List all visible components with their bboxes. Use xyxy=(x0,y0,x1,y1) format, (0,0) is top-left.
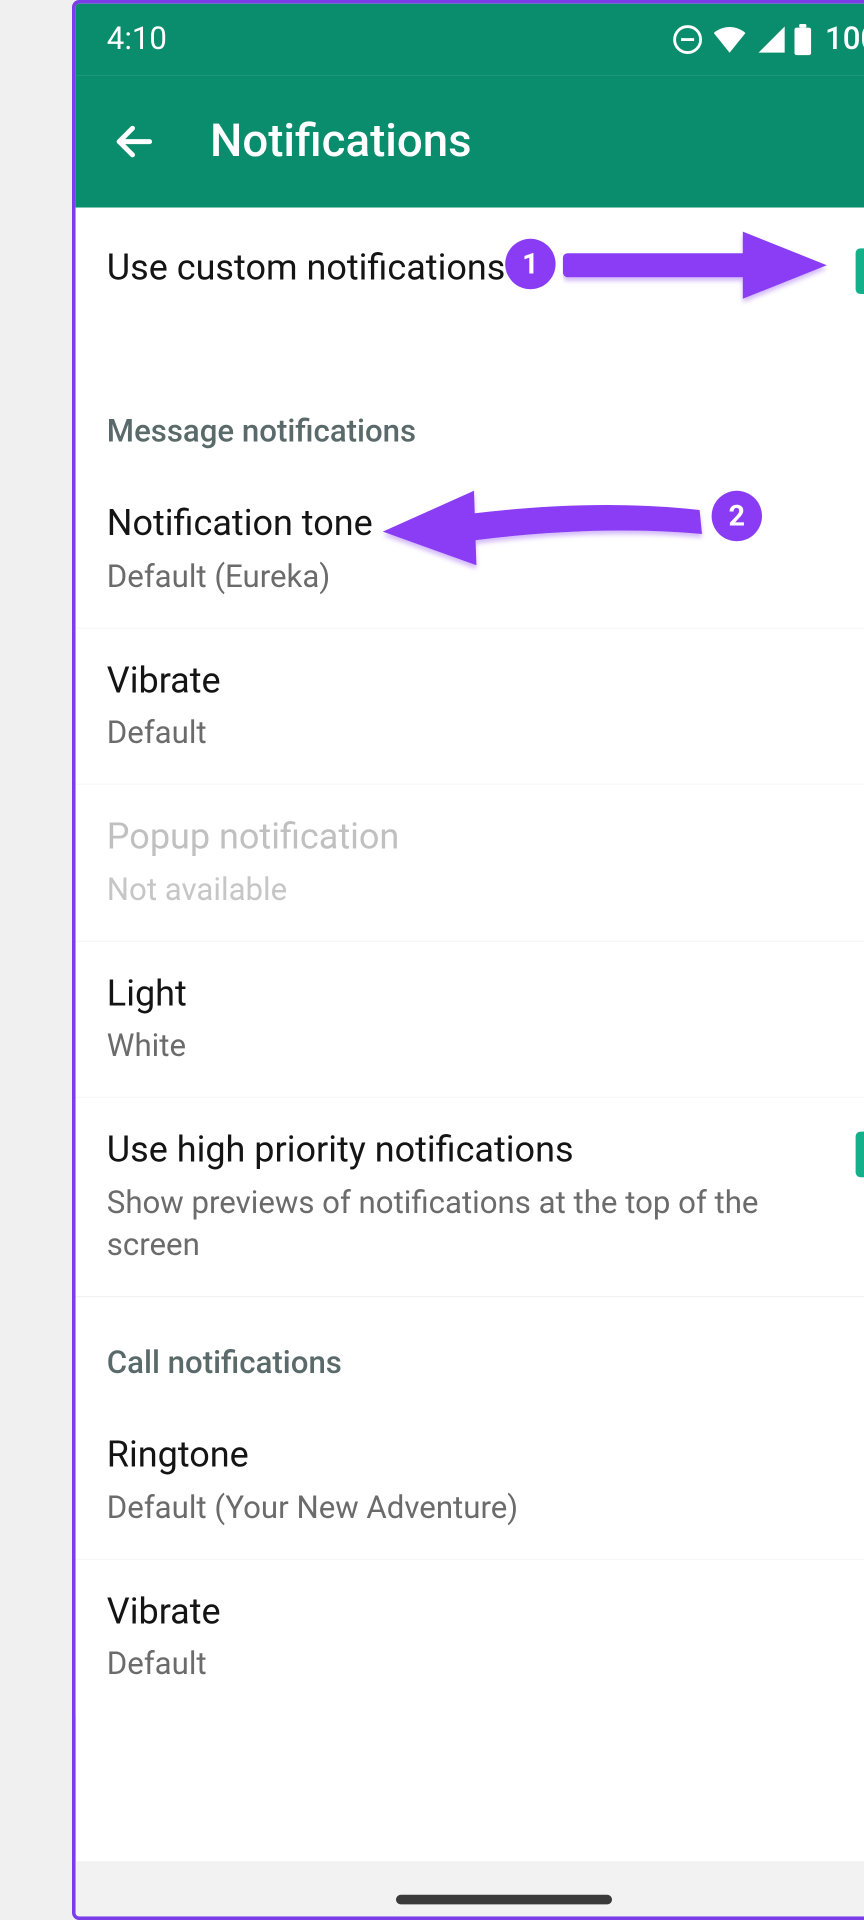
row-notification-tone[interactable]: Notification tone Default (Eureka) xyxy=(76,472,864,629)
battery-icon xyxy=(794,24,811,55)
signal-icon xyxy=(755,26,784,52)
nav-bar-area xyxy=(76,1861,864,1916)
row-subtitle: Default xyxy=(107,1644,864,1686)
arrow-left-icon xyxy=(112,119,158,165)
device-frame: 4:10 100% Notifications xyxy=(72,0,864,1920)
row-call-vibrate[interactable]: Vibrate Default xyxy=(76,1560,864,1716)
row-title: Popup notification xyxy=(107,814,864,863)
wifi-icon xyxy=(712,26,746,52)
back-button[interactable] xyxy=(104,112,164,172)
battery-percent: 100% xyxy=(825,22,864,58)
row-subtitle: White xyxy=(107,1026,864,1068)
row-title: Light xyxy=(107,971,864,1020)
row-high-priority[interactable]: Use high priority notifications Show pre… xyxy=(76,1098,864,1297)
row-subtitle: Default (Your New Adventure) xyxy=(107,1487,864,1529)
row-subtitle: Not available xyxy=(107,870,864,912)
row-subtitle: Default (Eureka) xyxy=(107,556,864,598)
section-call-notifications: Call notifications xyxy=(76,1297,864,1403)
row-vibrate[interactable]: Vibrate Default xyxy=(76,628,864,785)
overflow-menu-button[interactable] xyxy=(848,112,864,172)
row-title: Ringtone xyxy=(107,1432,864,1481)
dnd-icon xyxy=(671,24,702,55)
status-bar: 4:10 100% xyxy=(76,4,864,76)
row-title: Use custom notifications xyxy=(107,245,832,294)
page-title: Notifications xyxy=(210,115,848,168)
status-time: 4:10 xyxy=(107,22,167,58)
row-ringtone[interactable]: Ringtone Default (Your New Adventure) xyxy=(76,1403,864,1560)
row-title: Notification tone xyxy=(107,500,864,549)
row-subtitle: Default xyxy=(107,713,864,755)
row-popup-notification: Popup notification Not available xyxy=(76,785,864,942)
section-message-notifications: Message notifications xyxy=(76,366,864,472)
row-light[interactable]: Light White xyxy=(76,942,864,1099)
gesture-nav-handle[interactable] xyxy=(396,1895,612,1905)
use-custom-notifications-checkbox[interactable] xyxy=(856,248,864,294)
row-title: Vibrate xyxy=(107,657,864,706)
app-bar: Notifications xyxy=(76,76,864,208)
row-subtitle: Show previews of notifications at the to… xyxy=(107,1183,832,1267)
status-right: 100% xyxy=(671,22,864,58)
row-title: Use high priority notifications xyxy=(107,1127,832,1176)
settings-list: Use custom notifications Message notific… xyxy=(76,208,864,1716)
row-title: Vibrate xyxy=(107,1588,864,1637)
high-priority-checkbox[interactable] xyxy=(856,1132,864,1178)
row-use-custom-notifications[interactable]: Use custom notifications xyxy=(76,208,864,366)
